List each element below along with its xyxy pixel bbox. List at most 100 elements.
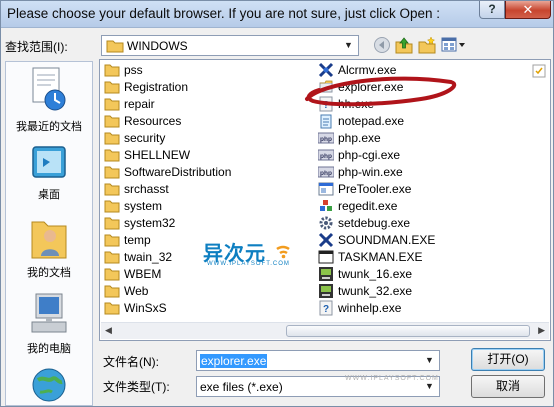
window-title: Please choose your default browser. If y… xyxy=(7,6,440,21)
file-name: Alcrmv.exe xyxy=(338,63,397,77)
folder-icon xyxy=(104,62,120,78)
folder-icon xyxy=(104,79,120,95)
file-name: twunk_32.exe xyxy=(338,284,413,298)
folder-name: Web xyxy=(124,284,149,298)
file-name: php.exe xyxy=(338,131,381,145)
folder-name: repair xyxy=(124,97,155,111)
watermark-url-bottom: WWW.IPLAYSOFT.COM xyxy=(345,375,439,382)
file-name: TASKMAN.EXE xyxy=(338,250,423,264)
folder-icon xyxy=(104,164,120,180)
file-name: setdebug.exe xyxy=(338,216,411,230)
file-name: notepad.exe xyxy=(338,114,405,128)
file-name: regedit.exe xyxy=(338,199,398,213)
scroll-right-icon[interactable]: ▶ xyxy=(538,325,545,336)
chevron-down-icon[interactable]: ▼ xyxy=(341,38,356,53)
svg-text:?: ? xyxy=(323,100,329,111)
folder-name: WBEM xyxy=(124,267,162,281)
file-name: winhelp.exe xyxy=(338,301,402,315)
folder-name: Registration xyxy=(124,80,189,94)
folder-icon xyxy=(104,283,120,299)
new-folder-icon[interactable] xyxy=(418,36,436,54)
places-bar: 我最近的文档 桌面 我的文档 我的电脑 xyxy=(5,61,93,406)
look-in-label: 查找范围(I): xyxy=(5,40,68,54)
filetype-label: 文件类型(T): xyxy=(103,380,170,394)
svg-text:php: php xyxy=(320,136,332,143)
gear-icon xyxy=(318,215,334,231)
open-file-dialog: Please choose your default browser. If y… xyxy=(0,0,554,407)
close-button[interactable]: ✕ xyxy=(505,1,551,19)
notepad-icon xyxy=(318,113,334,129)
chevron-down-icon[interactable]: ▼ xyxy=(422,353,437,368)
wifi-signal-icon xyxy=(276,245,290,259)
place-label: 我的文档 xyxy=(27,267,71,279)
desktop-icon xyxy=(32,146,66,178)
folder-name: WinSxS xyxy=(124,301,167,315)
file-name: php-cgi.exe xyxy=(338,148,401,162)
scanner-icon xyxy=(318,283,334,299)
filetype-value: exe files (*.exe) xyxy=(200,380,283,394)
watermark-url: WWW.IPLAYSOFT.COM xyxy=(207,261,290,267)
svg-text:php: php xyxy=(320,153,332,160)
file-name: twunk_16.exe xyxy=(338,267,413,281)
explorer-icon xyxy=(318,79,334,95)
open-button-label: 打开(O) xyxy=(487,352,529,366)
file-name: SOUNDMAN.EXE xyxy=(338,233,436,247)
scanner-icon xyxy=(318,266,334,282)
close-icon: ✕ xyxy=(522,2,534,17)
filename-input[interactable]: explorer.exe ▼ xyxy=(196,350,440,371)
partial-file-icon xyxy=(532,64,546,78)
scrollbar-thumb[interactable] xyxy=(286,325,530,337)
folder-icon xyxy=(104,232,120,248)
place-my-computer[interactable]: 我的电脑 xyxy=(6,292,92,356)
folder-name: system xyxy=(124,199,163,213)
folder-icon xyxy=(104,249,120,265)
file-name: PreTooler.exe xyxy=(338,182,412,196)
php-icon: php xyxy=(317,147,335,163)
recent-documents-icon xyxy=(32,67,66,111)
folder-icon xyxy=(104,181,120,197)
window-icon xyxy=(318,249,334,265)
network-globe-icon xyxy=(32,368,66,402)
cancel-button-label: 取消 xyxy=(495,379,520,393)
horizontal-scrollbar[interactable]: ◀ ▶ xyxy=(101,322,549,339)
file-name: explorer.exe xyxy=(338,80,404,94)
my-computer-icon xyxy=(31,293,67,333)
open-button[interactable]: 打开(O) xyxy=(471,348,545,371)
regedit-icon xyxy=(318,198,334,214)
my-documents-icon xyxy=(31,221,67,259)
place-my-documents[interactable]: 我的文档 xyxy=(6,214,92,280)
file-list[interactable]: pss Registration repair Resources security SH… xyxy=(99,59,551,341)
folder-name: twain_32 xyxy=(124,250,173,264)
folder-icon xyxy=(104,96,120,112)
view-menu-icon[interactable] xyxy=(441,36,467,54)
place-label: 桌面 xyxy=(38,189,60,201)
cancel-button[interactable]: 取消 xyxy=(471,375,545,398)
place-network[interactable] xyxy=(6,364,92,406)
folder-name: security xyxy=(124,131,166,145)
soundman-icon xyxy=(318,232,334,248)
folder-name: srchasst xyxy=(124,182,169,196)
svg-text:php: php xyxy=(320,170,332,177)
folder-icon xyxy=(104,147,120,163)
php-icon: php xyxy=(317,164,335,180)
folder-name: SoftwareDistribution xyxy=(124,165,232,179)
folder-icon xyxy=(104,198,120,214)
place-label: 我的电脑 xyxy=(27,343,71,355)
file-name: php-win.exe xyxy=(338,165,403,179)
folder-icon xyxy=(104,130,120,146)
place-desktop[interactable]: 桌面 xyxy=(6,144,92,202)
title-bar[interactable]: Please choose your default browser. If y… xyxy=(1,1,553,28)
look-in-combo[interactable]: WINDOWS ▼ xyxy=(101,35,359,56)
file-name: hh.exe xyxy=(338,97,375,111)
folder-icon xyxy=(104,266,120,282)
place-recent-documents[interactable]: 我最近的文档 xyxy=(6,66,92,134)
folder-name: pss xyxy=(124,63,143,77)
help-icon: ? xyxy=(318,96,334,112)
place-label: 我最近的文档 xyxy=(16,121,82,133)
folder-name: system32 xyxy=(124,216,176,230)
scroll-left-icon[interactable]: ◀ xyxy=(105,325,112,336)
back-icon[interactable] xyxy=(373,36,391,54)
up-folder-icon[interactable] xyxy=(395,36,413,54)
folder-name: SHELLNEW xyxy=(124,148,191,162)
help-button[interactable]: ? xyxy=(479,1,505,19)
